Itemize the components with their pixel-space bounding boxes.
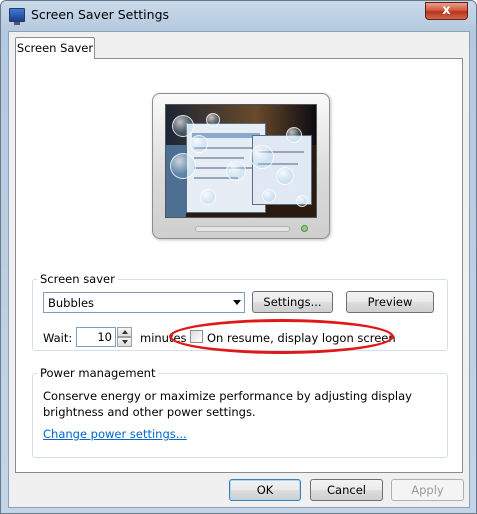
screen-saver-group-label: Screen saver bbox=[37, 272, 118, 286]
screen-saver-dropdown[interactable]: Bubbles bbox=[43, 292, 245, 313]
monitor-icon bbox=[9, 8, 25, 25]
screen-saver-settings-window: Screen Saver Settings x Screen Saver Scr… bbox=[0, 0, 477, 514]
wait-minutes-stepper[interactable] bbox=[117, 327, 132, 347]
power-management-description: Conserve energy or maximize performance … bbox=[43, 389, 412, 419]
apply-button[interactable]: Apply bbox=[391, 479, 464, 501]
close-button[interactable]: x bbox=[425, 2, 468, 20]
change-power-settings-link[interactable]: Change power settings... bbox=[43, 427, 187, 441]
ok-button[interactable]: OK bbox=[229, 479, 301, 501]
wait-label: Wait: bbox=[43, 331, 73, 345]
preview-screen bbox=[165, 104, 317, 218]
cancel-button[interactable]: Cancel bbox=[310, 479, 383, 501]
preview-monitor bbox=[152, 93, 330, 239]
chevron-down-icon bbox=[233, 300, 241, 305]
screen-saver-selected: Bubbles bbox=[48, 296, 95, 310]
annotation-ellipse bbox=[169, 319, 394, 354]
spin-down-icon[interactable] bbox=[117, 337, 132, 347]
title-bar[interactable]: Screen Saver Settings x bbox=[1, 1, 476, 31]
spin-up-icon[interactable] bbox=[117, 327, 132, 337]
tab-screen-saver[interactable]: Screen Saver bbox=[15, 37, 95, 59]
preview-button[interactable]: Preview bbox=[346, 291, 434, 313]
power-management-group-label: Power management bbox=[37, 366, 159, 380]
window-title: Screen Saver Settings bbox=[31, 7, 170, 22]
dialog-client-area: Screen Saver Screen saver Power manageme… bbox=[8, 31, 470, 508]
power-light-icon bbox=[301, 225, 308, 232]
settings-button[interactable]: Settings... bbox=[252, 291, 333, 313]
wait-minutes-input[interactable]: 10 bbox=[76, 327, 116, 347]
